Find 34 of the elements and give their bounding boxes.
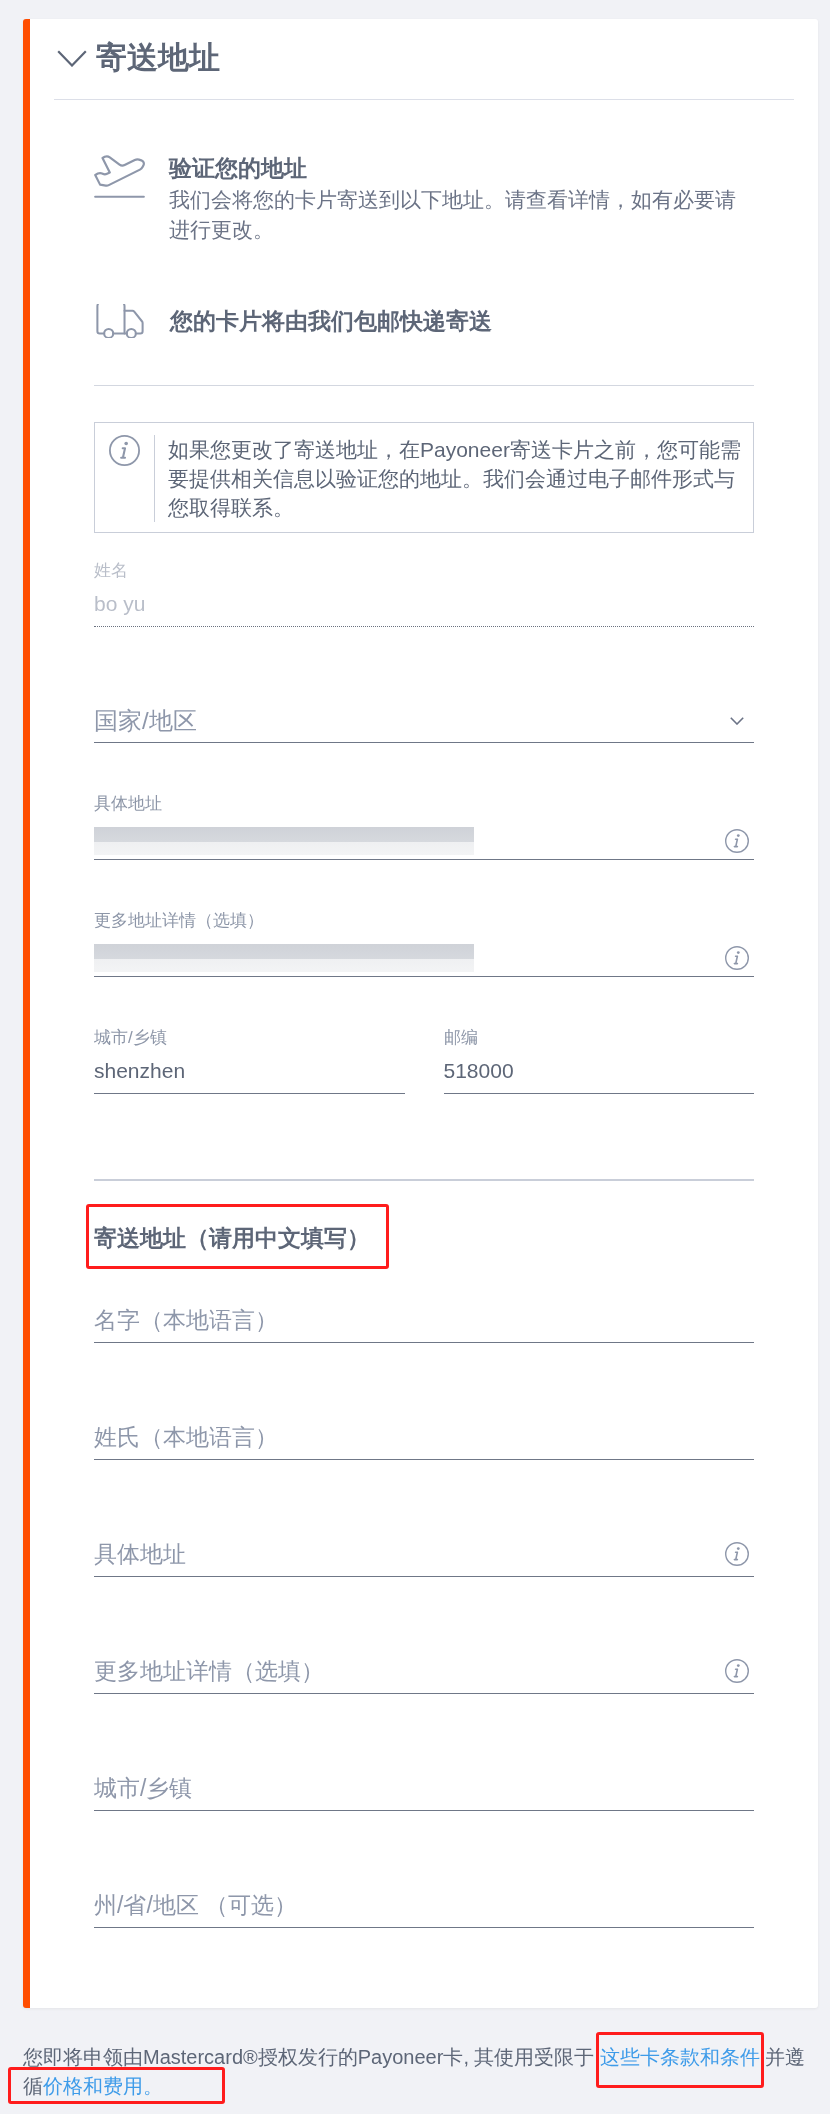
plane-takeoff-icon xyxy=(94,155,145,198)
notice-text: 我们会将您的卡片寄送到以下地址。请查看详情，如有必要请进行更改。 xyxy=(169,187,737,243)
truck-icon xyxy=(94,304,146,338)
field-label: 更多地址详情（选填） xyxy=(94,910,265,932)
country-select[interactable]: 国家/地区 xyxy=(94,705,730,737)
address-field[interactable]: 更多地址详情（选填） xyxy=(94,909,754,977)
input-field[interactable]: 名字（本地语言） xyxy=(94,1303,754,1337)
info-icon[interactable] xyxy=(725,829,749,853)
input-field[interactable]: 更多地址详情（选填） xyxy=(94,1654,725,1688)
text-link[interactable]: 这些卡条款和条件 xyxy=(599,2046,760,2068)
input-field[interactable]: 姓氏（本地语言） xyxy=(94,1420,754,1454)
field-label: 城市/乡镇 xyxy=(94,1027,168,1049)
section-subheading: 寄送地址（请用中文填写） xyxy=(94,1224,371,1253)
chevron-down-icon[interactable] xyxy=(730,717,744,725)
info-icon[interactable] xyxy=(725,946,749,970)
info-notice-text: 如果您更改了寄送地址，在Payoneer寄送卡片之前，您可能需要提供相关信息以验证您的地址。我们会通过电子邮件形式与您取得联系。 xyxy=(168,437,742,521)
notice-title: 您的卡片将由我们包邮快递寄送 xyxy=(170,307,492,336)
info-icon xyxy=(109,435,140,466)
info-icon[interactable] xyxy=(725,1659,749,1683)
text-input[interactable]: shenzhen xyxy=(94,1056,405,1086)
input-field[interactable]: 城市/乡镇 xyxy=(94,1771,754,1805)
text-link[interactable]: 价格和费用。 xyxy=(43,2075,163,2097)
terms-notice: 您即将申领由Mastercard®授权发行的Payoneer卡, 其使用受限于 这些卡条款和条件 并遵循价格和费用。 xyxy=(23,2043,813,2101)
field-label: 邮编 xyxy=(443,1027,479,1049)
address-field[interactable]: 具体地址 xyxy=(94,792,754,860)
chevron-down-icon[interactable] xyxy=(57,49,87,67)
field-label: 姓名 xyxy=(94,560,129,582)
notice-title: 验证您的地址 xyxy=(169,154,308,183)
info-icon[interactable] xyxy=(725,1542,749,1566)
field-label: 具体地址 xyxy=(94,793,163,815)
input-field[interactable]: 州/省/地区 （可选） xyxy=(94,1888,754,1922)
text-input[interactable]: 518000 xyxy=(443,1056,754,1086)
section-title: 寄送地址 xyxy=(96,39,220,77)
input-field[interactable]: 具体地址 xyxy=(94,1537,725,1571)
